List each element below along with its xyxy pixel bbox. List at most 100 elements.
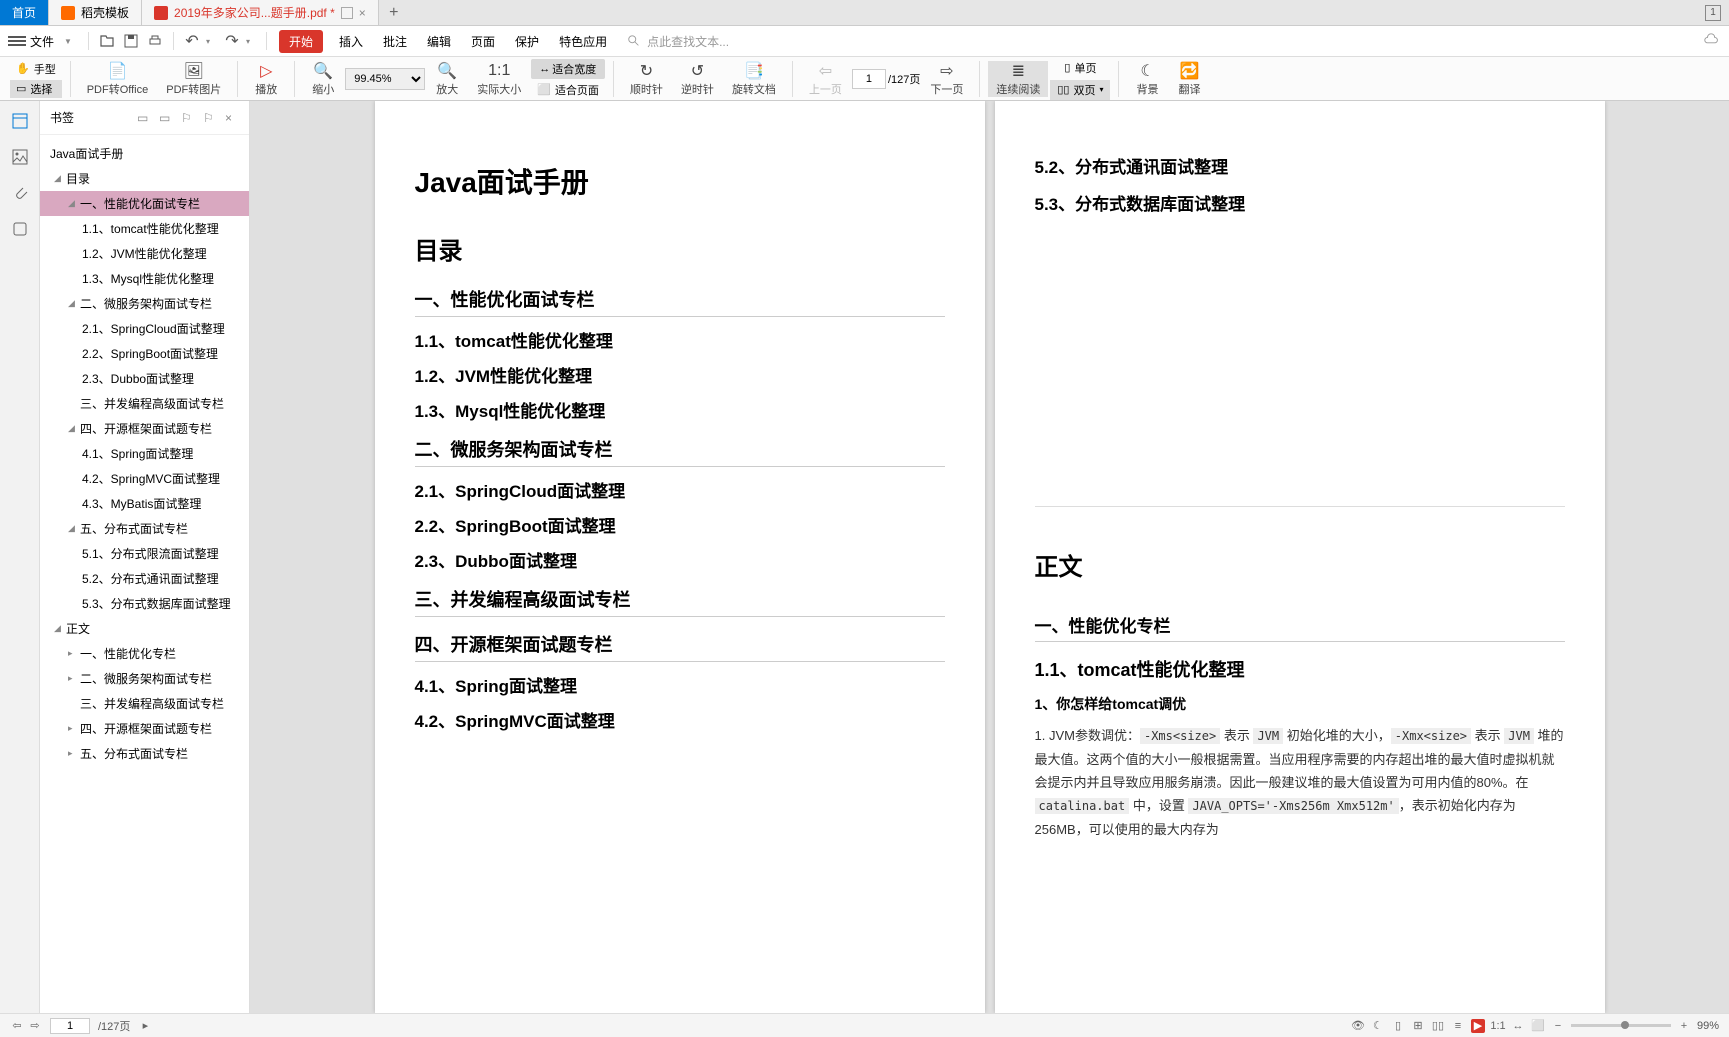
bm-sec2-2[interactable]: 2.2、SpringBoot面试整理: [40, 341, 249, 366]
toc-h2: 二、微服务架构面试专栏: [415, 436, 945, 467]
select-tool[interactable]: ▭选择: [10, 80, 62, 98]
status-view4-icon[interactable]: ≡: [1451, 1019, 1465, 1033]
undo-icon[interactable]: ↶: [182, 31, 202, 51]
bm-tool-4[interactable]: ⚐: [203, 111, 217, 125]
status-prev-icon[interactable]: ⇦: [10, 1019, 24, 1033]
bm-tool-2[interactable]: ▭: [159, 111, 173, 125]
bm-b5[interactable]: ▸五、分布式面试专栏: [40, 741, 249, 766]
bm-sec4[interactable]: ◢四、开源框架面试题专栏: [40, 416, 249, 441]
background-button[interactable]: ☾背景: [1127, 61, 1167, 97]
bm-b2[interactable]: ▸二、微服务架构面试专栏: [40, 666, 249, 691]
rotate-cw-button[interactable]: ↻顺时针: [622, 61, 671, 97]
bm-sec1-1[interactable]: 1.1、tomcat性能优化整理: [40, 216, 249, 241]
menu-page[interactable]: 页面: [463, 33, 503, 50]
status-next-icon[interactable]: ⇨: [28, 1019, 42, 1033]
image-rail-icon[interactable]: [10, 147, 30, 167]
bm-sec4-1[interactable]: 4.1、Spring面试整理: [40, 441, 249, 466]
status-fit2-icon[interactable]: ↔: [1511, 1019, 1525, 1033]
wps-rail-icon[interactable]: [10, 219, 30, 239]
bm-sec2-1[interactable]: 2.1、SpringCloud面试整理: [40, 316, 249, 341]
hand-tool[interactable]: ✋手型: [10, 60, 62, 78]
fit-width-button[interactable]: ↔适合宽度: [531, 59, 605, 79]
zoom-plus-icon[interactable]: +: [1677, 1019, 1691, 1033]
bm-sec2[interactable]: ◢二、微服务架构面试专栏: [40, 291, 249, 316]
bm-b3[interactable]: 三、并发编程高级面试专栏: [40, 691, 249, 716]
status-fit1-icon[interactable]: 1:1: [1491, 1019, 1505, 1033]
page-number-input[interactable]: [852, 69, 886, 89]
bm-sec5[interactable]: ◢五、分布式面试专栏: [40, 516, 249, 541]
status-view3-icon[interactable]: ▯▯: [1431, 1019, 1445, 1033]
bm-sec4-3[interactable]: 4.3、MyBatis面试整理: [40, 491, 249, 516]
continuous-read-button[interactable]: ≣连续阅读: [988, 61, 1048, 97]
status-view1-icon[interactable]: ▯: [1391, 1019, 1405, 1033]
bm-b4[interactable]: ▸四、开源框架面试题专栏: [40, 716, 249, 741]
bookmarks-close-icon[interactable]: ×: [225, 111, 239, 125]
toc-2-1: 2.1、SpringCloud面试整理: [415, 477, 945, 502]
bm-sec5-2[interactable]: 5.2、分布式通讯面试整理: [40, 566, 249, 591]
status-fit3-icon[interactable]: ⬜: [1531, 1019, 1545, 1033]
single-page-button[interactable]: ▯单页: [1057, 58, 1103, 78]
menu-edit[interactable]: 编辑: [419, 33, 459, 50]
bookmarks-rail-icon[interactable]: [10, 111, 30, 131]
status-play-icon[interactable]: ▶: [1471, 1019, 1485, 1033]
status-eye-icon[interactable]: 👁: [1351, 1019, 1365, 1033]
search-input[interactable]: 点此查找文本...: [627, 33, 729, 50]
menu-start[interactable]: 开始: [279, 30, 323, 53]
close-icon[interactable]: ×: [359, 6, 366, 20]
tab-home[interactable]: 首页: [0, 0, 49, 25]
prev-page-button[interactable]: ⇦上一页: [801, 61, 850, 97]
bm-sec2-3[interactable]: 2.3、Dubbo面试整理: [40, 366, 249, 391]
menu-special[interactable]: 特色应用: [551, 33, 615, 50]
pdf-to-office[interactable]: 📄PDF转Office: [79, 61, 157, 97]
double-page-button[interactable]: ▯▯双页▾: [1050, 80, 1110, 100]
zoom-out-button[interactable]: 🔍缩小: [303, 61, 343, 97]
translate-button[interactable]: 🔁翻译: [1169, 61, 1209, 97]
file-menu[interactable]: 文件: [30, 33, 54, 50]
bm-sec5-1[interactable]: 5.1、分布式限流面试整理: [40, 541, 249, 566]
status-page-input[interactable]: [50, 1018, 90, 1034]
zoom-minus-icon[interactable]: −: [1551, 1019, 1565, 1033]
save-icon[interactable]: [121, 31, 141, 51]
bm-body[interactable]: ◢正文: [40, 616, 249, 641]
rotate-doc-button[interactable]: 📑旋转文档: [724, 61, 784, 97]
bm-b1[interactable]: ▸一、性能优化专栏: [40, 641, 249, 666]
zoom-select[interactable]: 99.45%: [345, 68, 425, 90]
bm-tool-3[interactable]: ⚐: [181, 111, 195, 125]
hamburger-icon[interactable]: [8, 32, 26, 50]
attachment-rail-icon[interactable]: [10, 183, 30, 203]
menu-protect[interactable]: 保护: [507, 33, 547, 50]
zoom-in-button[interactable]: 🔍放大: [427, 61, 467, 97]
fit-page-button[interactable]: ⬜适合页面: [531, 81, 605, 99]
document-viewer[interactable]: Java面试手册 目录 一、性能优化面试专栏 1.1、tomcat性能优化整理 …: [250, 101, 1729, 1013]
file-dropdown-icon[interactable]: ▼: [64, 37, 72, 46]
bm-root[interactable]: Java面试手册: [40, 141, 249, 166]
cloud-icon[interactable]: [1703, 32, 1721, 50]
menu-insert[interactable]: 插入: [331, 33, 371, 50]
bm-sec5-3[interactable]: 5.3、分布式数据库面试整理: [40, 591, 249, 616]
next-page-button[interactable]: ⇨下一页: [922, 61, 971, 97]
actual-size-button[interactable]: 1:1实际大小: [469, 61, 529, 97]
bm-sec1[interactable]: ◢一、性能优化面试专栏: [40, 191, 249, 216]
bm-toc[interactable]: ◢目录: [40, 166, 249, 191]
menu-annotate[interactable]: 批注: [375, 33, 415, 50]
bm-tool-1[interactable]: ▭: [137, 111, 151, 125]
tab-document[interactable]: 2019年多家公司...题手册.pdf * ×: [142, 0, 379, 25]
window-badge[interactable]: 1: [1705, 5, 1721, 21]
zoom-slider[interactable]: [1571, 1024, 1671, 1027]
redo-icon[interactable]: ↷: [222, 31, 242, 51]
status-jump-icon[interactable]: ▸: [138, 1019, 152, 1033]
pdf-to-image[interactable]: 🖼PDF转图片: [158, 61, 229, 97]
play-button[interactable]: ▷播放: [246, 61, 286, 97]
status-view2-icon[interactable]: ⊞: [1411, 1019, 1425, 1033]
new-tab-button[interactable]: +: [379, 0, 409, 25]
bm-sec1-2[interactable]: 1.2、JVM性能优化整理: [40, 241, 249, 266]
rotate-ccw-button[interactable]: ↺逆时针: [673, 61, 722, 97]
print-icon[interactable]: [145, 31, 165, 51]
external-icon[interactable]: [341, 7, 353, 19]
status-moon-icon[interactable]: ☾: [1371, 1019, 1385, 1033]
bm-sec4-2[interactable]: 4.2、SpringMVC面试整理: [40, 466, 249, 491]
bm-sec1-3[interactable]: 1.3、Mysql性能优化整理: [40, 266, 249, 291]
tab-templates[interactable]: 稻壳模板: [49, 0, 142, 25]
open-icon[interactable]: [97, 31, 117, 51]
bm-sec3[interactable]: 三、并发编程高级面试专栏: [40, 391, 249, 416]
